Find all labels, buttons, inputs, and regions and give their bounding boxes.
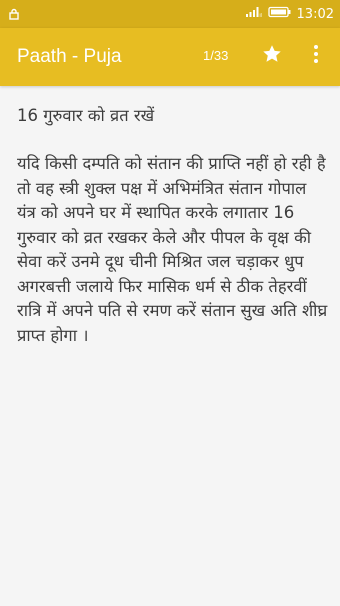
page-counter: 1/33 [203, 48, 229, 63]
status-right: il 13:02 [245, 6, 334, 22]
article-body: यदि किसी दम्पति को संतान की प्राप्ति नही… [17, 154, 328, 345]
status-left [8, 5, 20, 24]
star-icon [261, 43, 283, 69]
article-content: 16 गुरुवार को व्रत रखें यदि किसी दम्पति … [17, 104, 329, 348]
lock-icon [8, 5, 20, 24]
svg-text:il: il [259, 13, 261, 18]
battery-icon [267, 6, 292, 22]
favorite-button[interactable] [259, 43, 285, 69]
signal-icon: il [245, 6, 263, 22]
article-heading: 16 गुरुवार को व्रत रखें [17, 106, 155, 125]
overflow-menu-button[interactable] [306, 43, 326, 69]
status-bar: il 13:02 [0, 0, 340, 28]
more-vert-icon [313, 44, 319, 68]
clock-time: 13:02 [296, 6, 334, 22]
app-bar: Paath - Puja 1/33 [0, 28, 340, 86]
app-title: Paath - Puja [17, 46, 122, 67]
